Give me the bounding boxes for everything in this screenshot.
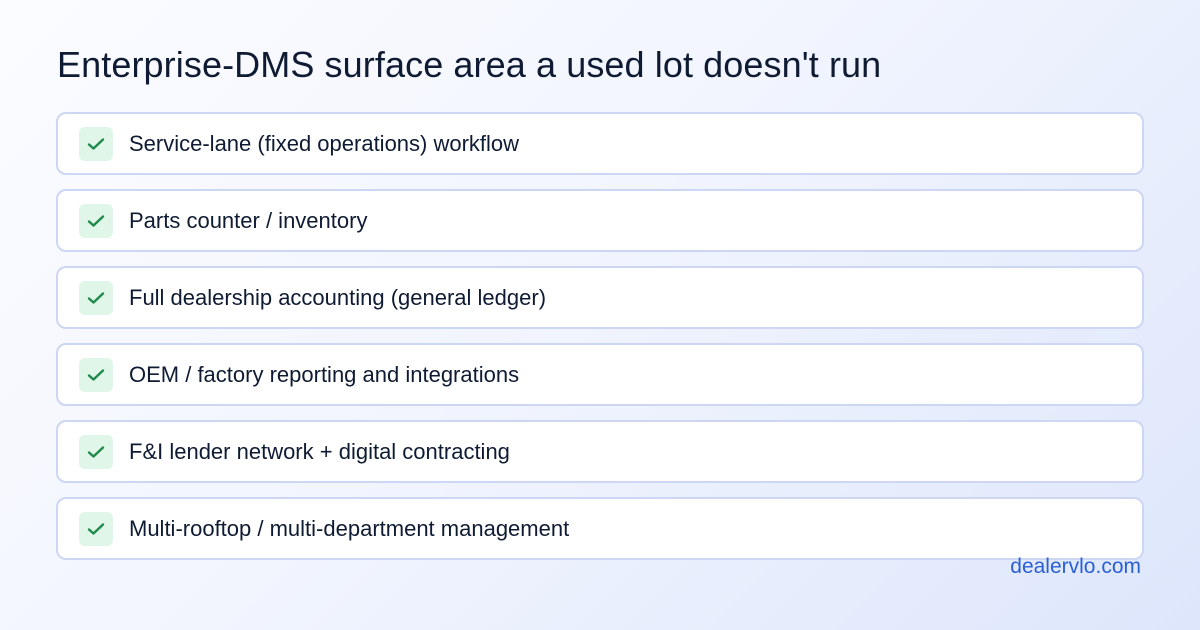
list-item: F&I lender network + digital contracting <box>56 420 1144 483</box>
list-item: Multi-rooftop / multi-department managem… <box>56 497 1144 560</box>
list-item-label: F&I lender network + digital contracting <box>129 438 510 464</box>
check-icon <box>79 512 113 546</box>
list-item-label: Multi-rooftop / multi-department managem… <box>129 515 570 541</box>
list-item-label: OEM / factory reporting and integrations <box>129 361 520 387</box>
check-icon <box>79 358 113 392</box>
list-item: OEM / factory reporting and integrations <box>56 343 1144 406</box>
check-icon <box>79 435 113 469</box>
list-item: Full dealership accounting (general ledg… <box>56 266 1144 329</box>
feature-list: Service-lane (fixed operations) workflow… <box>56 112 1144 574</box>
brand-url: dealervlo.com <box>1010 555 1141 578</box>
check-icon <box>79 204 113 238</box>
page-title: Enterprise-DMS surface area a used lot d… <box>57 44 882 85</box>
check-icon <box>79 281 113 315</box>
list-item: Parts counter / inventory <box>56 189 1144 252</box>
list-item-label: Parts counter / inventory <box>129 207 368 233</box>
list-item-label: Service-lane (fixed operations) workflow <box>129 130 520 156</box>
list-item-label: Full dealership accounting (general ledg… <box>129 284 547 310</box>
list-item: Service-lane (fixed operations) workflow <box>56 112 1144 175</box>
check-icon <box>79 127 113 161</box>
